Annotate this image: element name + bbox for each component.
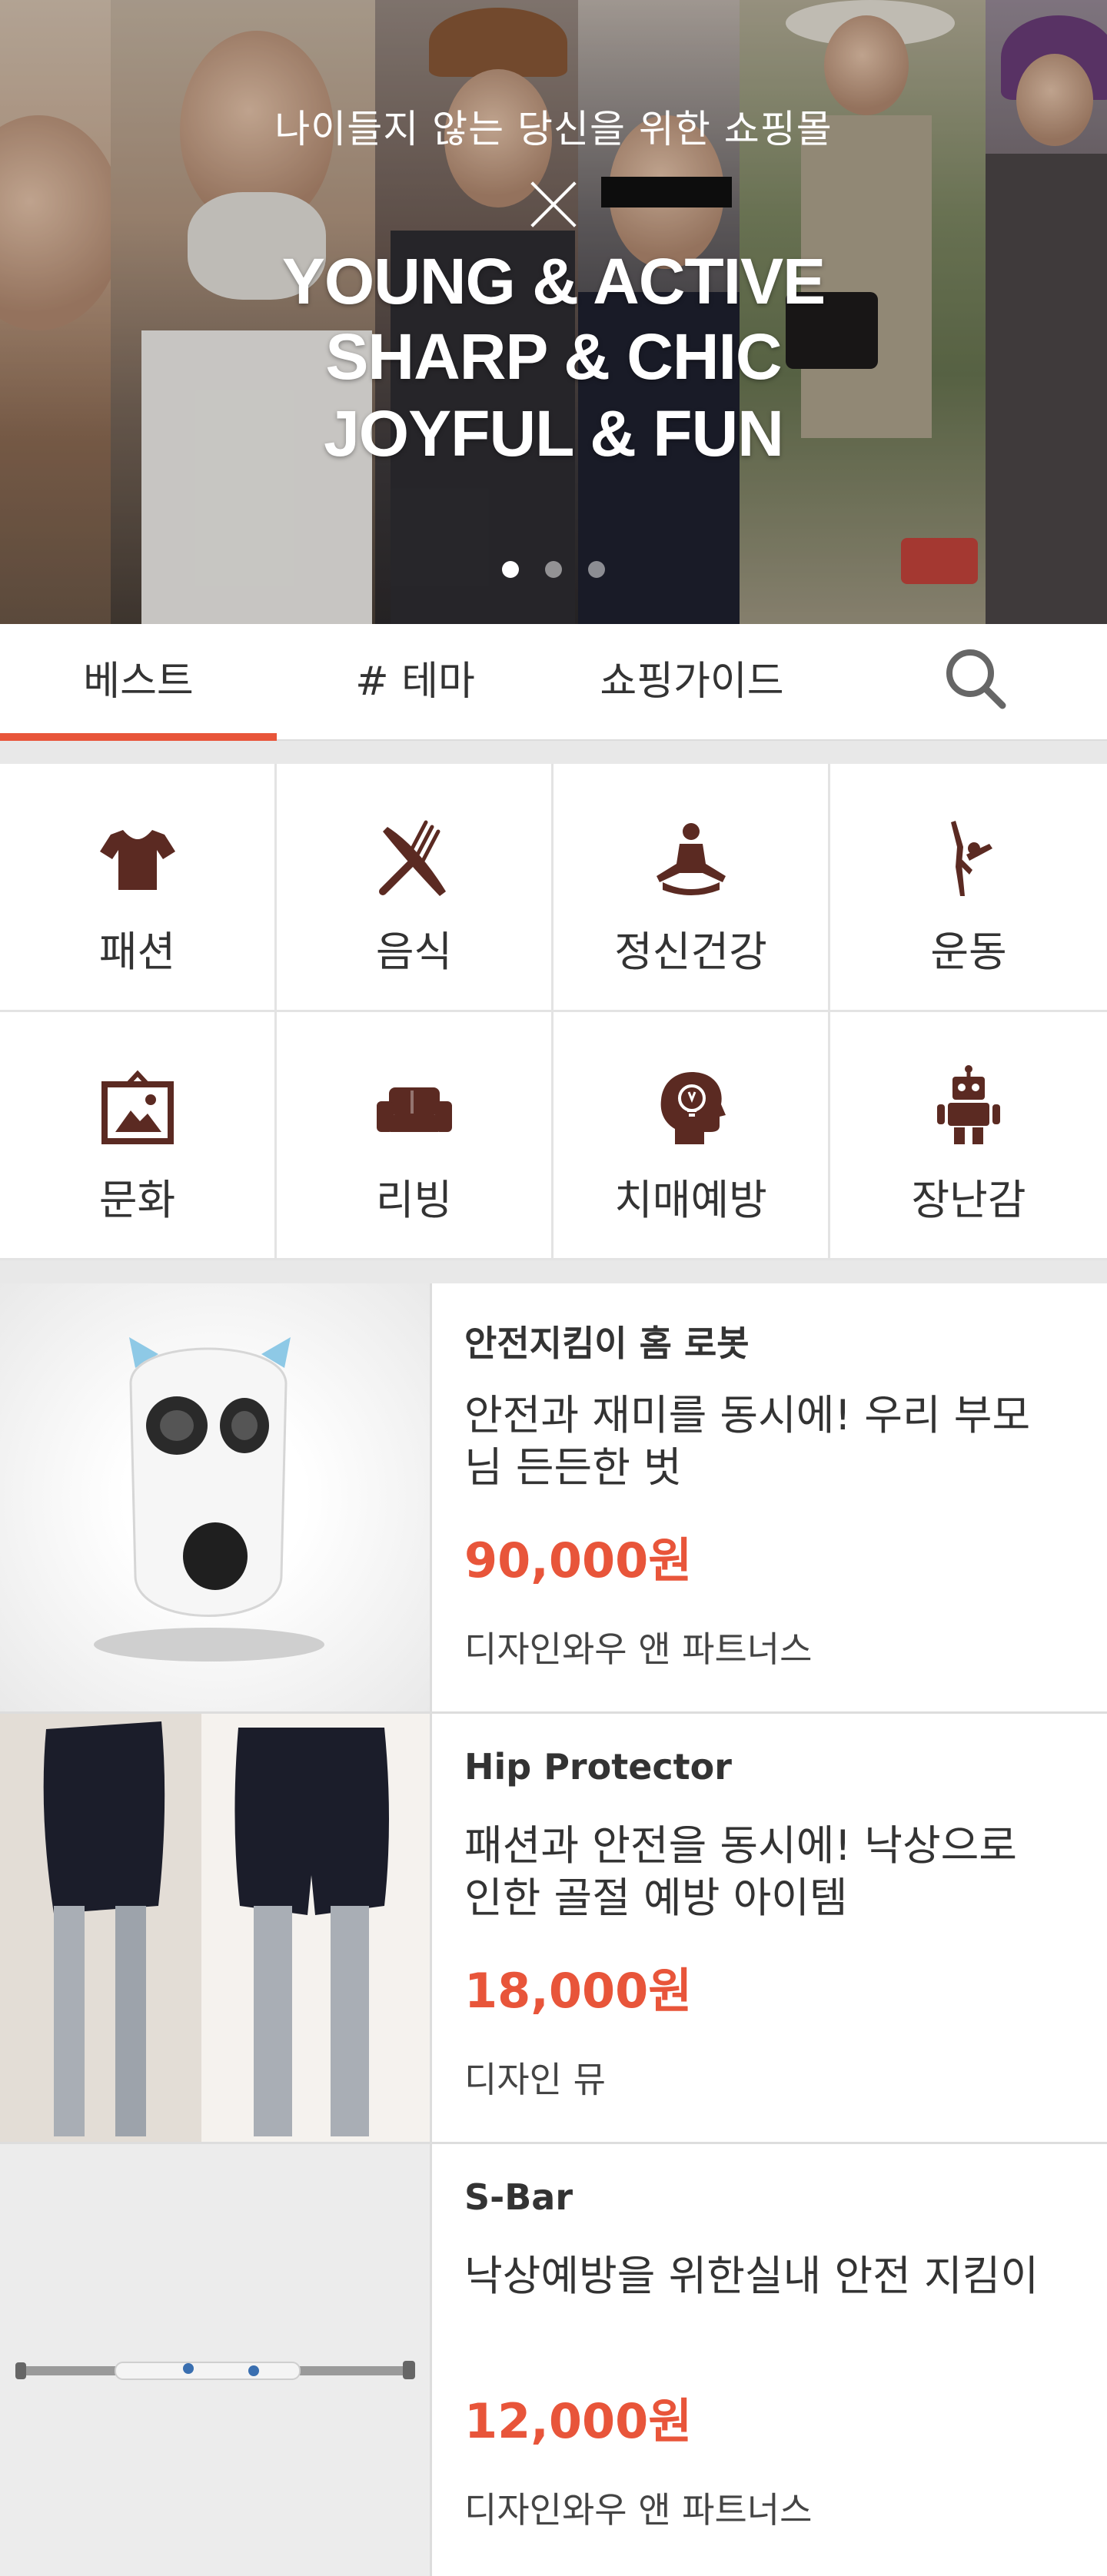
product-card[interactable]: Hip Protector 패션과 안전을 동시에! 낙상으로 인한 골절 예방… xyxy=(0,1714,1107,2144)
product-card[interactable]: 안전지킴이 홈 로봇 안전과 재미를 동시에! 우리 부모님 든든한 벗 90,… xyxy=(0,1283,1107,1714)
product-seller: 디자인 뮤 xyxy=(464,2059,606,2100)
hero-headline-1: YOUNG & ACTIVE xyxy=(281,245,826,317)
hero-headline-2: SHARP & CHIC xyxy=(325,320,782,393)
product-description: 낙상예방을 위한실내 안전 지킴이 xyxy=(464,2252,1039,2300)
product-card[interactable]: S-Bar 낙상예방을 위한실내 안전 지킴이 12,000원 디자인와우 앤 … xyxy=(0,2144,1107,2576)
product-seller: 디자인와우 앤 파트너스 xyxy=(464,1628,813,1670)
tab-theme[interactable]: # 테마 xyxy=(277,624,554,739)
carousel-indicator xyxy=(0,561,1107,578)
category-label: 패션 xyxy=(98,928,176,976)
category-culture[interactable]: 문화 xyxy=(0,1012,277,1260)
search-button[interactable] xyxy=(941,644,1010,713)
product-price: 18,000원 xyxy=(464,1963,693,2019)
category-toys[interactable]: 장난감 xyxy=(830,1012,1107,1260)
s-bar-image xyxy=(15,2361,415,2380)
product-image xyxy=(0,2144,432,2576)
product-price: 12,000원 xyxy=(464,2393,693,2449)
fork-knife-icon xyxy=(378,820,446,896)
category-label: 음식 xyxy=(375,928,453,976)
section-divider xyxy=(0,741,1107,764)
carousel-dot-3[interactable] xyxy=(588,561,605,578)
product-name: S-Bar xyxy=(464,2176,573,2218)
category-label: 치매예방 xyxy=(614,1176,767,1224)
hero-tagline: 나이들지 않는 당신을 위한 쇼핑몰 xyxy=(274,107,833,151)
category-exercise[interactable]: 운동 xyxy=(830,764,1107,1012)
hip-protector-image xyxy=(0,1714,430,2142)
search-icon xyxy=(946,649,1006,709)
category-label: 리빙 xyxy=(375,1176,453,1224)
product-seller: 디자인와우 앤 파트너스 xyxy=(464,2489,813,2531)
hero-headline-3: JOYFUL & FUN xyxy=(324,397,784,470)
category-food[interactable]: 음식 xyxy=(277,764,554,1012)
category-mental-health[interactable]: 정신건강 xyxy=(554,764,830,1012)
category-label: 문화 xyxy=(98,1176,176,1224)
brain-head-icon xyxy=(660,1072,726,1144)
product-image xyxy=(0,1283,432,1711)
product-description: 패션과 안전을 동시에! 낙상으로 인한 골절 예방 아이템 xyxy=(464,1821,1017,1922)
category-label: 정신건강 xyxy=(614,928,767,976)
dancer-icon xyxy=(951,821,992,896)
section-divider xyxy=(0,1260,1107,1283)
picture-frame-icon xyxy=(101,1070,174,1144)
product-description: 안전과 재미를 동시에! 우리 부모님 든든한 벗 xyxy=(464,1391,1031,1492)
product-name: 안전지킴이 홈 로봇 xyxy=(464,1323,750,1364)
product-price: 90,000원 xyxy=(464,1532,693,1588)
robot-icon xyxy=(937,1065,1000,1144)
tshirt-icon xyxy=(99,830,175,890)
sofa-icon xyxy=(376,1087,452,1132)
tab-best[interactable]: 베스트 xyxy=(0,624,277,741)
category-fashion[interactable]: 패션 xyxy=(0,764,277,1012)
home-robot-image xyxy=(94,1337,324,1661)
carousel-dot-1[interactable] xyxy=(502,561,519,578)
category-label: 장난감 xyxy=(911,1176,1026,1224)
meditation-icon xyxy=(656,823,726,895)
multiply-x-icon xyxy=(527,178,580,231)
tab-shopping-guide[interactable]: 쇼핑가이드 xyxy=(554,624,830,739)
product-name: Hip Protector xyxy=(464,1746,732,1788)
category-living[interactable]: 리빙 xyxy=(277,1012,554,1260)
carousel-dot-2[interactable] xyxy=(545,561,562,578)
product-image xyxy=(0,1714,432,2142)
category-dementia-prevention[interactable]: 치매예방 xyxy=(554,1012,830,1260)
category-label: 운동 xyxy=(930,928,1007,976)
category-grid: 패션 음식 정신건강 운동 문화 리빙 치매예방 장난감 xyxy=(0,764,1107,1260)
hero-banner[interactable]: 나이들지 않는 당신을 위한 쇼핑몰 YOUNG & ACTIVE SHARP … xyxy=(0,0,1107,624)
